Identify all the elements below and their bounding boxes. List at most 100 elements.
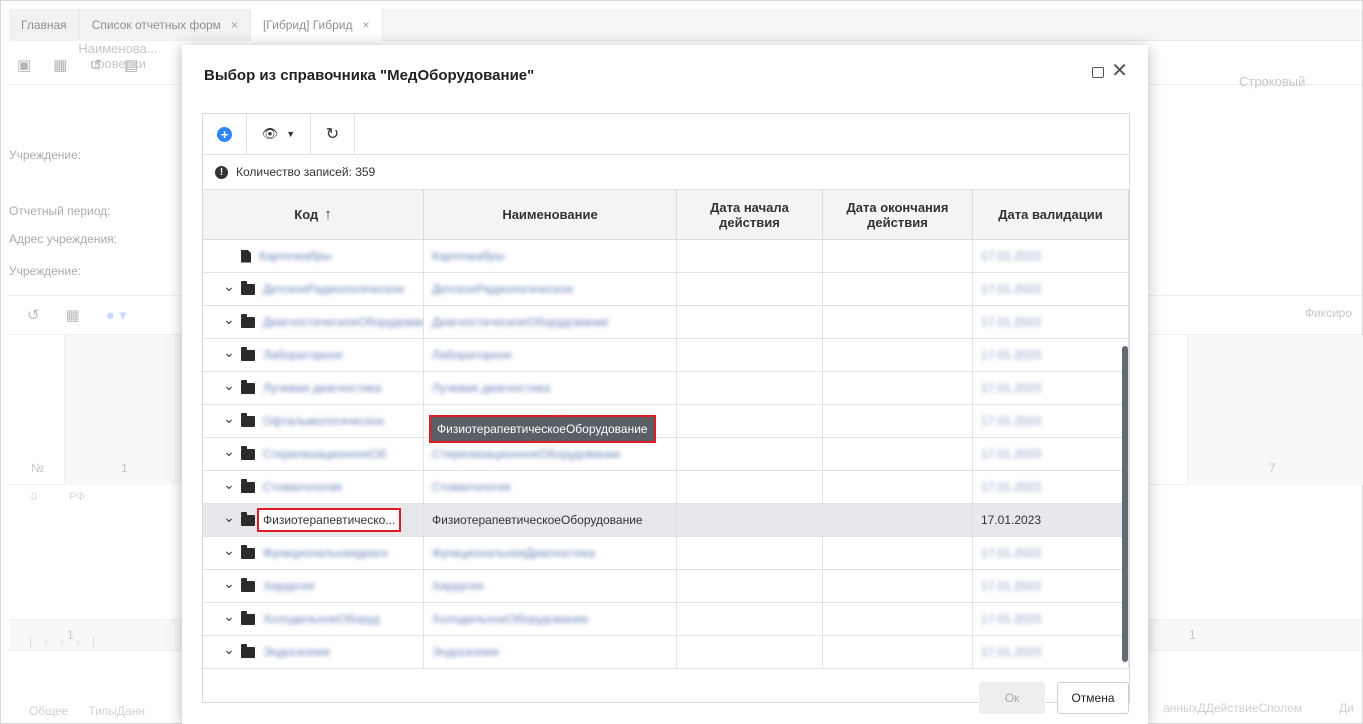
folder-icon (241, 478, 255, 493)
folder-icon (241, 379, 255, 394)
info-icon: ! (215, 165, 228, 179)
table-row[interactable]: ⌄ ДетскоеРадиологическое ДетскоеРадиологич… (203, 273, 1129, 306)
cell-name: Стоматология (424, 471, 677, 503)
column-header-validation-date[interactable]: Дата валидации (973, 190, 1129, 239)
cell-validation-date-text: 17.01.2023 (981, 447, 1042, 461)
cancel-button[interactable]: Отмена (1057, 682, 1129, 714)
close-icon[interactable]: ✕ (1111, 61, 1128, 81)
cell-code: Карточкабры (203, 240, 424, 272)
cell-end-date (823, 471, 973, 503)
cell-code: ⌄ ХолодильноеОборуд (203, 603, 424, 635)
cell-name-text: ФизиотерапевтическоеОборудование (432, 513, 643, 527)
column-header-start-date[interactable]: Дата начала действия (677, 190, 823, 239)
column-header-end-date[interactable]: Дата окончания действия (823, 190, 973, 239)
chevron-down-icon[interactable]: ⌄ (223, 344, 235, 361)
table-row[interactable]: ⌄ Лабораторное Лабораторное 17.01.2023 (203, 339, 1129, 372)
chevron-down-icon[interactable]: ⌄ (223, 542, 235, 559)
folder-icon (241, 577, 255, 592)
column-header-name[interactable]: Наименование (424, 190, 677, 239)
cell-end-date (823, 273, 973, 305)
cell-start-date (677, 240, 823, 272)
folder-icon (241, 280, 255, 295)
cell-validation-date-text: 17.01.2023 (981, 249, 1042, 263)
cell-name-text: ДетскоеРадиологическое (432, 282, 574, 296)
table-row[interactable]: ⌄ Физиотерапевтическо... Физиотерапевтичес… (203, 504, 1129, 537)
table-row[interactable]: ⌄ ХолодильноеОборуд ХолодильноеОборудовани… (203, 603, 1129, 636)
cell-validation-date-text: 17.01.2023 (981, 612, 1042, 626)
table-row[interactable]: ⌄ОфтальмологическоеОфтальмологическоеОбо… (203, 405, 1129, 438)
folder-icon (241, 346, 255, 361)
column-header-label: Код (294, 207, 319, 222)
cell-end-date (823, 570, 973, 602)
cell-name: Лабораторное (424, 339, 677, 371)
table-row[interactable]: ⌄ Функциональнаядиагн ФункциональнаяДиагно… (203, 537, 1129, 570)
cell-code: ⌄ Стоматология (203, 471, 424, 503)
cell-validation-date: 17.01.2023 (973, 273, 1129, 305)
chevron-down-icon[interactable]: ⌄ (223, 377, 235, 394)
cell-name: Лучевая диагностика (424, 372, 677, 404)
folder-icon (241, 544, 255, 559)
add-button[interactable]: + (203, 114, 247, 155)
cell-start-date (677, 504, 823, 536)
cell-code: ⌄ Лабораторное (203, 339, 424, 371)
cell-start-date (677, 603, 823, 635)
table-row[interactable]: ⌄ СтерилизационноеОб СтерилизационноеОбору… (203, 438, 1129, 471)
cell-code: ⌄ Физиотерапевтическо... (203, 504, 424, 536)
chevron-down-icon[interactable]: ⌄ (223, 410, 235, 427)
refresh-icon: ↻ (325, 126, 340, 143)
cell-code: ⌄ Лучевая диагностика (203, 372, 424, 404)
lookup-dialog: Выбор из справочника "МедОборудование" ✕… (182, 45, 1148, 724)
cell-end-date (823, 405, 973, 437)
cell-validation-date: 17.01.2023 (973, 504, 1129, 536)
cell-validation-date: 17.01.2023 (973, 636, 1129, 668)
cell-name-text: Лучевая диагностика (432, 381, 551, 395)
folder-icon (241, 511, 255, 526)
folder-icon (241, 445, 255, 460)
maximize-icon[interactable] (1092, 67, 1104, 78)
ok-button[interactable]: Ок (979, 682, 1045, 714)
cell-code-text: Лабораторное (263, 348, 343, 362)
cell-validation-date: 17.01.2023 (973, 471, 1129, 503)
cell-validation-date-text: 17.01.2023 (981, 480, 1042, 494)
cell-start-date (677, 537, 823, 569)
table-row[interactable]: ⌄ Стоматология Стоматология 17.01.2023 (203, 471, 1129, 504)
table-row[interactable]: ⌄ ДиагностическоеОборудование Диагностичес… (203, 306, 1129, 339)
cell-validation-date: 17.01.2023 (973, 438, 1129, 470)
cell-end-date (823, 504, 973, 536)
cell-code: ⌄ Хирургия (203, 570, 424, 602)
cell-validation-date-text: 17.01.2023 (981, 282, 1042, 296)
chevron-down-icon[interactable]: ⌄ (223, 443, 235, 460)
cell-start-date (677, 405, 823, 437)
vertical-scrollbar[interactable] (1122, 346, 1128, 662)
chevron-down-icon[interactable]: ⌄ (223, 509, 235, 526)
cell-validation-date: 17.01.2023 (973, 240, 1129, 272)
chevron-down-icon[interactable]: ⌄ (223, 608, 235, 625)
cell-name: ДиагностическоеОборудование (424, 306, 677, 338)
cell-code-text: ДетскоеРадиологическое (263, 282, 405, 296)
cell-code-text: Лучевая диагностика (263, 381, 382, 395)
table-row[interactable]: ⌄ Лучевая диагностика Лучевая диагностика 1… (203, 372, 1129, 405)
chevron-down-icon[interactable]: ⌄ (223, 641, 235, 658)
cell-validation-date: 17.01.2023 (973, 537, 1129, 569)
table-row[interactable]: Карточкабры Карточкабры 17.01.2023 (203, 240, 1129, 273)
cell-validation-date-text: 17.01.2023 (981, 579, 1042, 593)
chevron-down-icon[interactable]: ⌄ (223, 476, 235, 493)
chevron-down-icon[interactable]: ⌄ (223, 311, 235, 328)
cell-end-date (823, 537, 973, 569)
refresh-button[interactable]: ↻ (311, 114, 355, 155)
table-row[interactable]: ⌄ Эндоскопия Эндоскопия 17.01.2023 (203, 636, 1129, 669)
table-row[interactable]: ⌄ Хирургия Хирургия 17.01.2023 (203, 570, 1129, 603)
name-tooltip: ФизиотерапевтическоеОборудование (429, 415, 656, 443)
cell-validation-date-text: 17.01.2023 (981, 315, 1042, 329)
chevron-down-icon[interactable]: ⌄ (223, 575, 235, 592)
chevron-down-icon[interactable]: ⌄ (223, 278, 235, 295)
view-dropdown-button[interactable]: 👁 ▼ (247, 114, 311, 155)
cell-name-text: Стоматология (432, 480, 511, 494)
cell-name: ДетскоеРадиологическое (424, 273, 677, 305)
cell-code: ⌄ СтерилизационноеОб (203, 438, 424, 470)
eye-icon: 👁 (261, 126, 279, 141)
cell-code-text: ХолодильноеОборуд (263, 612, 380, 626)
cell-code: ⌄ Офтальмологическое (203, 405, 424, 437)
file-icon (241, 249, 251, 263)
column-header-code[interactable]: Код ↑ (203, 190, 424, 239)
